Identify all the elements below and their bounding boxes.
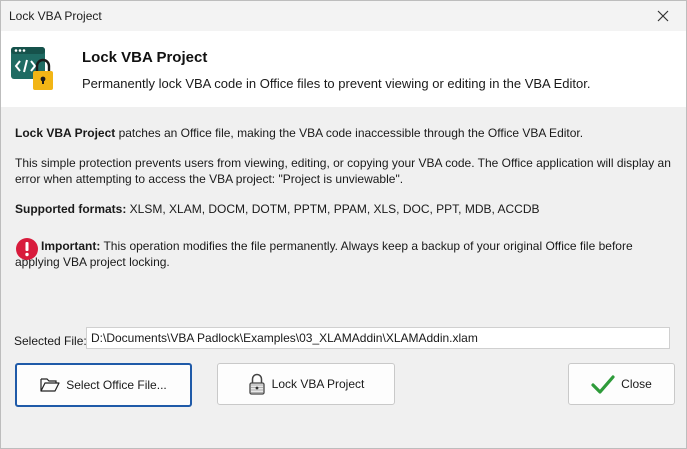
close-label: Close	[621, 377, 652, 391]
select-office-file-label: Select Office File...	[66, 378, 167, 392]
intro-bold: Lock VBA Project	[15, 126, 116, 140]
lock-vba-project-button[interactable]: Lock VBA Project	[217, 363, 395, 405]
header-subtitle: Permanently lock VBA code in Office file…	[82, 76, 591, 91]
important-line-2: applying VBA project locking.	[15, 255, 170, 269]
select-office-file-button[interactable]: Select Office File...	[15, 363, 192, 407]
window-title: Lock VBA Project	[9, 9, 102, 23]
important-line-1: Important: This operation modifies the f…	[15, 238, 675, 254]
formats-paragraph: Supported formats: XLSM, XLAM, DOCM, DOT…	[15, 201, 675, 217]
close-icon	[657, 10, 669, 22]
important-text-1: This operation modifies the file permane…	[100, 239, 633, 253]
selected-file-field[interactable]	[86, 327, 670, 349]
intro-paragraph: Lock VBA Project patches an Office file,…	[15, 125, 675, 141]
dialog-window: Lock VBA Project Lock VBA Project Perman…	[0, 0, 687, 449]
title-bar: Lock VBA Project	[1, 1, 686, 31]
protection-paragraph: This simple protection prevents users fr…	[15, 156, 671, 186]
formats-label: Supported formats:	[15, 202, 127, 216]
intro-text: patches an Office file, making the VBA c…	[115, 126, 584, 140]
important-notice: Important: This operation modifies the f…	[15, 238, 675, 270]
window-close-button[interactable]	[640, 1, 686, 31]
folder-open-icon	[40, 377, 60, 393]
lock-vba-project-label: Lock VBA Project	[271, 377, 365, 391]
important-label: Important:	[41, 239, 101, 253]
lock-code-icon	[11, 47, 53, 90]
description-content: Lock VBA Project patches an Office file,…	[15, 125, 675, 270]
close-button[interactable]: Close	[568, 363, 675, 405]
formats-value: XLSM, XLAM, DOCM, DOTM, PPTM, PPAM, XLS,…	[126, 202, 540, 216]
header-banner: Lock VBA Project Permanently lock VBA co…	[1, 31, 686, 107]
padlock-icon	[248, 373, 266, 395]
selected-file-label: Selected File:	[14, 334, 87, 348]
check-icon	[591, 374, 615, 394]
header-title: Lock VBA Project	[82, 49, 208, 66]
exclamation-icon	[16, 238, 38, 260]
